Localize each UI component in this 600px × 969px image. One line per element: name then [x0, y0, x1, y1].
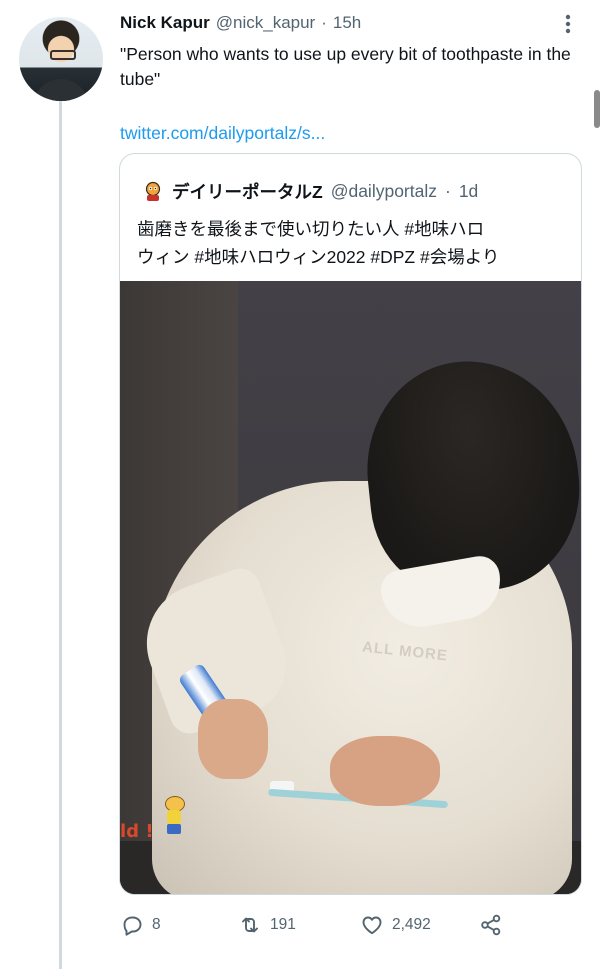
author-avatar[interactable] [19, 17, 103, 101]
retweet-icon [242, 917, 258, 933]
quote-author-name[interactable]: デイリーポータルZ [172, 179, 323, 204]
avatar-shirt [33, 79, 89, 101]
header-separator: · [321, 13, 327, 32]
more-vertical-icon [565, 14, 571, 34]
photo-sticker-figure [162, 796, 186, 836]
more-options-button[interactable] [556, 12, 580, 36]
quote-photo[interactable]: ALL MORE ld ! [120, 281, 581, 894]
share-icon [481, 914, 501, 936]
share-button[interactable] [479, 913, 503, 937]
heart-icon [362, 916, 382, 935]
quote-text: 歯磨きを最後まで使い切りたい人 #地味ハロ ウィン #地味ハロウィン2022 #… [137, 215, 567, 271]
reply-icon [123, 916, 142, 936]
reply-button[interactable]: 8 [120, 913, 161, 937]
quote-tweet-card[interactable]: デイリーポータルZ @dailyportalz · 1d 歯磨きを最後まで使い切… [119, 153, 582, 895]
tweet-link[interactable]: twitter.com/dailyportalz/s... [120, 123, 325, 144]
quote-timestamp[interactable]: 1d [459, 181, 478, 202]
tweet-actions: 8 191 2,492 [120, 913, 580, 943]
quote-text-line-1: 歯磨きを最後まで使い切りたい人 #地味ハロ [137, 219, 485, 239]
dailyportalz-avatar-icon [145, 181, 161, 201]
tweet-text: "Person who wants to use up every bit of… [120, 44, 571, 89]
retweet-count: 191 [270, 916, 296, 933]
thread-line [59, 100, 62, 969]
quote-author-handle[interactable]: @dailyportalz [331, 181, 437, 202]
quote-text-line-2: ウィン #地味ハロウィン2022 #DPZ #会場より [137, 247, 500, 267]
author-handle[interactable]: @nick_kapur [216, 13, 315, 33]
tweet-header: Nick Kapur @nick_kapur · 15h [120, 13, 361, 33]
tweet-timestamp[interactable]: 15h [333, 13, 361, 33]
like-button[interactable]: 2,492 [360, 913, 431, 937]
quote-header: デイリーポータルZ @dailyportalz · 1d [142, 179, 478, 204]
quote-separator: · [445, 181, 451, 201]
scrollbar-thumb[interactable] [594, 90, 600, 128]
photo-hand-left [198, 699, 268, 779]
like-count: 2,492 [392, 916, 431, 933]
photo-sticker-text: ld ! [120, 821, 154, 842]
photo-hand-right [330, 736, 440, 806]
reply-count: 8 [152, 916, 161, 933]
avatar-glasses [50, 50, 76, 60]
retweet-button[interactable]: 191 [238, 913, 296, 937]
author-name[interactable]: Nick Kapur [120, 13, 210, 33]
